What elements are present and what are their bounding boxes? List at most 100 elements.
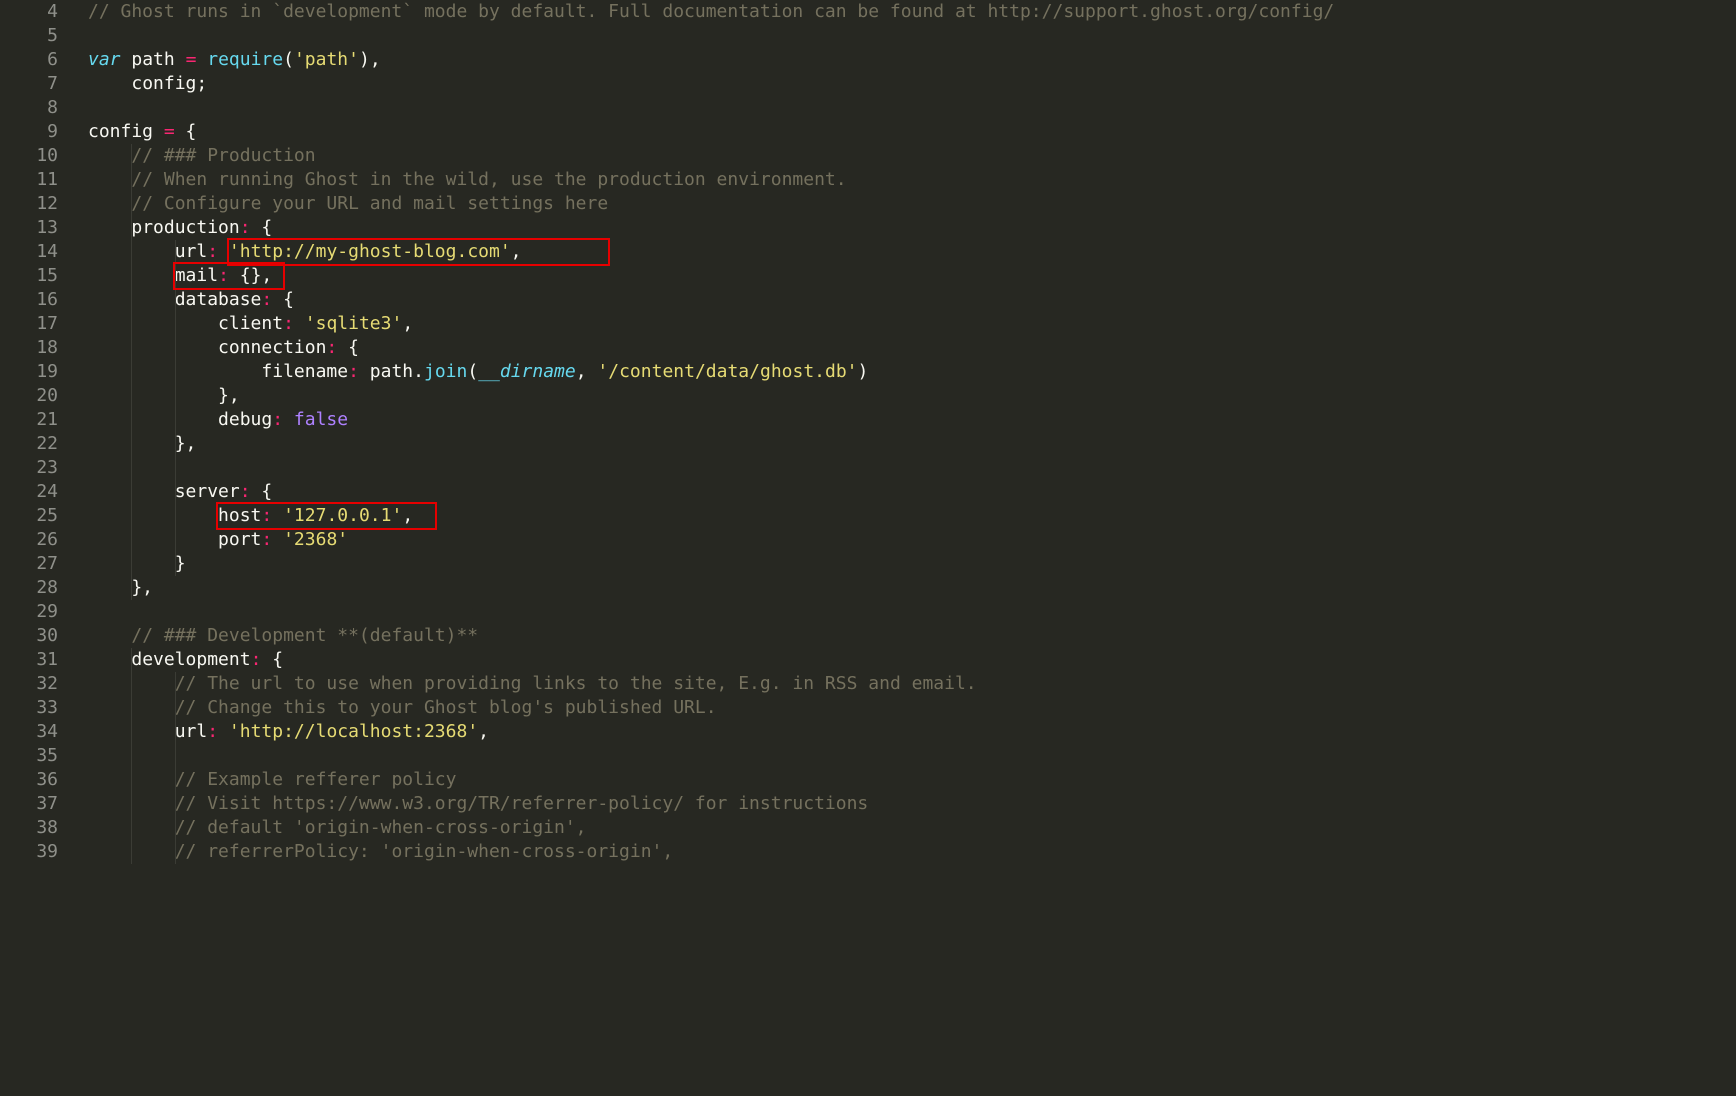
code-line[interactable]: mail: {}, [88, 264, 1736, 288]
punct-token [272, 505, 283, 526]
ident-token: debug [218, 409, 272, 430]
punct-token [88, 313, 218, 334]
code-line[interactable] [88, 96, 1736, 120]
line-number: 34 [0, 720, 58, 744]
code-line[interactable]: server: { [88, 480, 1736, 504]
ident-token: port [218, 529, 261, 550]
code-line[interactable]: // Change this to your Ghost blog's publ… [88, 696, 1736, 720]
line-number: 26 [0, 528, 58, 552]
op-token: : [207, 241, 218, 262]
code-line[interactable]: config = { [88, 120, 1736, 144]
code-line[interactable]: // referrerPolicy: 'origin-when-cross-or… [88, 840, 1736, 864]
code-line[interactable] [88, 24, 1736, 48]
op-token: : [261, 289, 272, 310]
ident-token: url [175, 721, 208, 742]
code-line[interactable]: client: 'sqlite3', [88, 312, 1736, 336]
op-token: : [348, 361, 359, 382]
op-token: : [218, 265, 229, 286]
line-number: 29 [0, 600, 58, 624]
punct-token: { [337, 337, 359, 358]
line-number: 37 [0, 792, 58, 816]
punct-token [88, 625, 131, 646]
punct-token: , [478, 721, 489, 742]
ident-token: path [370, 361, 413, 382]
ident-token: config [88, 121, 153, 142]
punct-token: ) [858, 361, 869, 382]
line-number: 15 [0, 264, 58, 288]
line-number: 32 [0, 672, 58, 696]
code-line[interactable]: development: { [88, 648, 1736, 672]
const-token: false [294, 409, 348, 430]
code-line[interactable]: connection: { [88, 336, 1736, 360]
ident-token: mail [175, 265, 218, 286]
comment-token: // Visit https://www.w3.org/TR/referrer-… [175, 793, 869, 814]
code-line[interactable]: }, [88, 432, 1736, 456]
code-editor[interactable]: 4567891011121314151617181920212223242526… [0, 0, 1736, 1096]
punct-token: { [251, 481, 273, 502]
ident-token: url [175, 241, 208, 262]
ident-token: database [175, 289, 262, 310]
code-line[interactable]: database: { [88, 288, 1736, 312]
code-line[interactable]: }, [88, 576, 1736, 600]
code-line[interactable]: // ### Production [88, 144, 1736, 168]
code-line[interactable]: host: '127.0.0.1', [88, 504, 1736, 528]
comment-token: // ### Production [131, 145, 315, 166]
code-line[interactable]: debug: false [88, 408, 1736, 432]
code-line[interactable]: // Configure your URL and mail settings … [88, 192, 1736, 216]
code-line[interactable]: url: 'http://localhost:2368', [88, 720, 1736, 744]
code-line[interactable]: }, [88, 384, 1736, 408]
code-line[interactable] [88, 744, 1736, 768]
comment-token: // default 'origin-when-cross-origin', [175, 817, 587, 838]
indent-guide [131, 144, 132, 600]
code-line[interactable]: // The url to use when providing links t… [88, 672, 1736, 696]
line-number-gutter: 4567891011121314151617181920212223242526… [0, 0, 70, 1096]
punct-token: }, [88, 433, 196, 454]
code-line[interactable]: var path = require('path'), [88, 48, 1736, 72]
code-line[interactable]: config; [88, 72, 1736, 96]
punct-token: { [272, 289, 294, 310]
code-line[interactable]: filename: path.join(__dirname, '/content… [88, 360, 1736, 384]
comment-token: // ### Development **(default)** [131, 625, 478, 646]
punct-token: , [576, 361, 598, 382]
code-line[interactable] [88, 456, 1736, 480]
punct-token: ), [359, 49, 381, 70]
code-line[interactable]: // ### Development **(default)** [88, 624, 1736, 648]
line-number: 28 [0, 576, 58, 600]
line-number: 36 [0, 768, 58, 792]
line-number: 10 [0, 144, 58, 168]
code-line[interactable]: // When running Ghost in the wild, use t… [88, 168, 1736, 192]
code-line[interactable]: url: 'http://my-ghost-blog.com', [88, 240, 1736, 264]
comment-token: // The url to use when providing links t… [175, 673, 977, 694]
comment-token: // Example refferer policy [175, 769, 457, 790]
punct-token: { [251, 217, 273, 238]
line-number: 13 [0, 216, 58, 240]
ident-token: production [131, 217, 239, 238]
comment-token: // Change this to your Ghost blog's publ… [175, 697, 717, 718]
code-line[interactable]: // Ghost runs in `development` mode by d… [88, 0, 1736, 24]
ident-token: config [131, 73, 196, 94]
line-number: 30 [0, 624, 58, 648]
line-number: 24 [0, 480, 58, 504]
code-line[interactable]: production: { [88, 216, 1736, 240]
func-token: require [207, 49, 283, 70]
code-line[interactable]: } [88, 552, 1736, 576]
string-token: '127.0.0.1' [283, 505, 402, 526]
builtin-token: __dirname [478, 361, 576, 382]
line-number: 33 [0, 696, 58, 720]
comment-token: // Ghost runs in `development` mode by d… [88, 1, 1334, 22]
punct-token [88, 217, 131, 238]
punct-token [283, 409, 294, 430]
code-line[interactable]: // default 'origin-when-cross-origin', [88, 816, 1736, 840]
code-line[interactable]: port: '2368' [88, 528, 1736, 552]
line-number: 25 [0, 504, 58, 528]
code-line[interactable]: // Visit https://www.w3.org/TR/referrer-… [88, 792, 1736, 816]
punct-token: ( [283, 49, 294, 70]
code-area[interactable]: // Ghost runs in `development` mode by d… [70, 0, 1736, 1096]
code-line[interactable] [88, 600, 1736, 624]
indent-guide [175, 672, 176, 864]
op-token: : [240, 481, 251, 502]
op-token: : [207, 721, 218, 742]
line-number: 14 [0, 240, 58, 264]
indent-guide [131, 648, 132, 864]
code-line[interactable]: // Example refferer policy [88, 768, 1736, 792]
